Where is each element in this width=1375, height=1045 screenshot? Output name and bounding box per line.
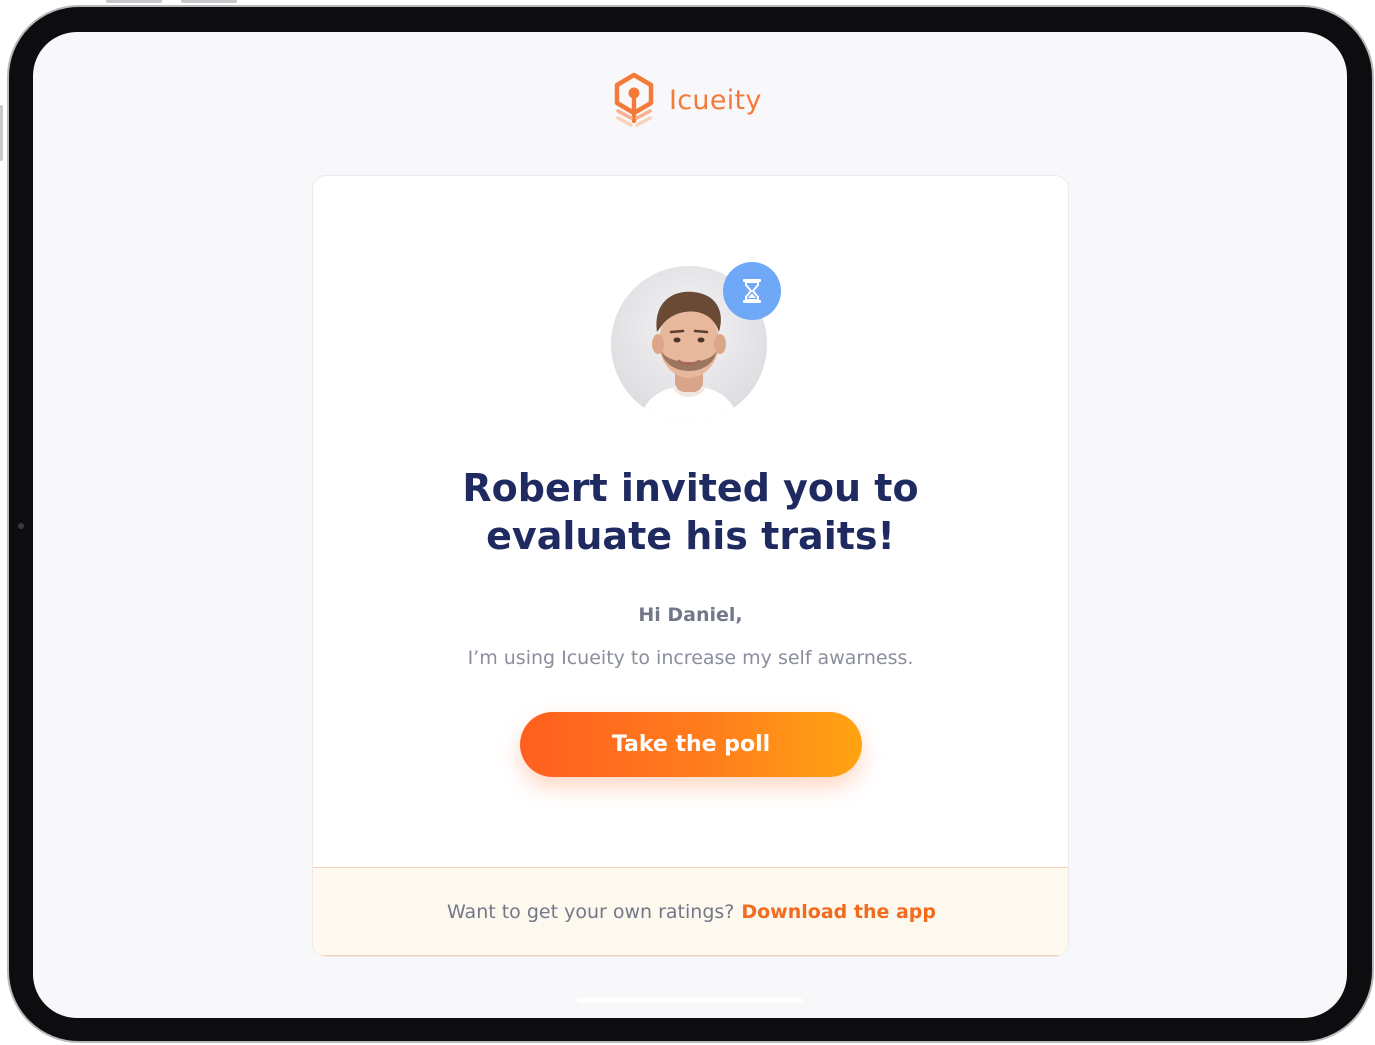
hourglass-icon xyxy=(743,279,761,303)
brand-logo[interactable]: Icueity xyxy=(613,72,762,128)
take-poll-button[interactable]: Take the poll xyxy=(520,712,862,777)
invitation-card: Robert invited you to evaluate his trait… xyxy=(312,175,1069,957)
brand-name: Icueity xyxy=(669,84,762,116)
home-indicator[interactable] xyxy=(577,998,803,1003)
volume-button-top-left xyxy=(106,0,162,3)
icueity-logo-icon xyxy=(614,72,654,127)
front-camera xyxy=(18,523,24,529)
headline-line-1: Robert invited you to xyxy=(462,466,919,510)
footer-prompt: Want to get your own ratings? xyxy=(446,900,735,923)
greeting-text: Hi Daniel, xyxy=(638,604,743,626)
invite-message: I’m using Icueity to increase my self aw… xyxy=(467,647,914,669)
download-app-banner: Want to get your own ratings? Download t… xyxy=(313,867,1068,956)
invite-headline: Robert invited you to evaluate his trait… xyxy=(313,464,1068,560)
headline-line-2: evaluate his traits! xyxy=(486,514,895,558)
screen: Icueity Robert invited you to evaluate h… xyxy=(33,32,1347,1018)
download-app-link[interactable]: Download the app xyxy=(741,901,936,923)
avatar-container xyxy=(611,262,781,426)
side-button xyxy=(0,105,3,161)
pending-status-badge xyxy=(723,262,781,320)
volume-button-top-right xyxy=(181,0,237,3)
